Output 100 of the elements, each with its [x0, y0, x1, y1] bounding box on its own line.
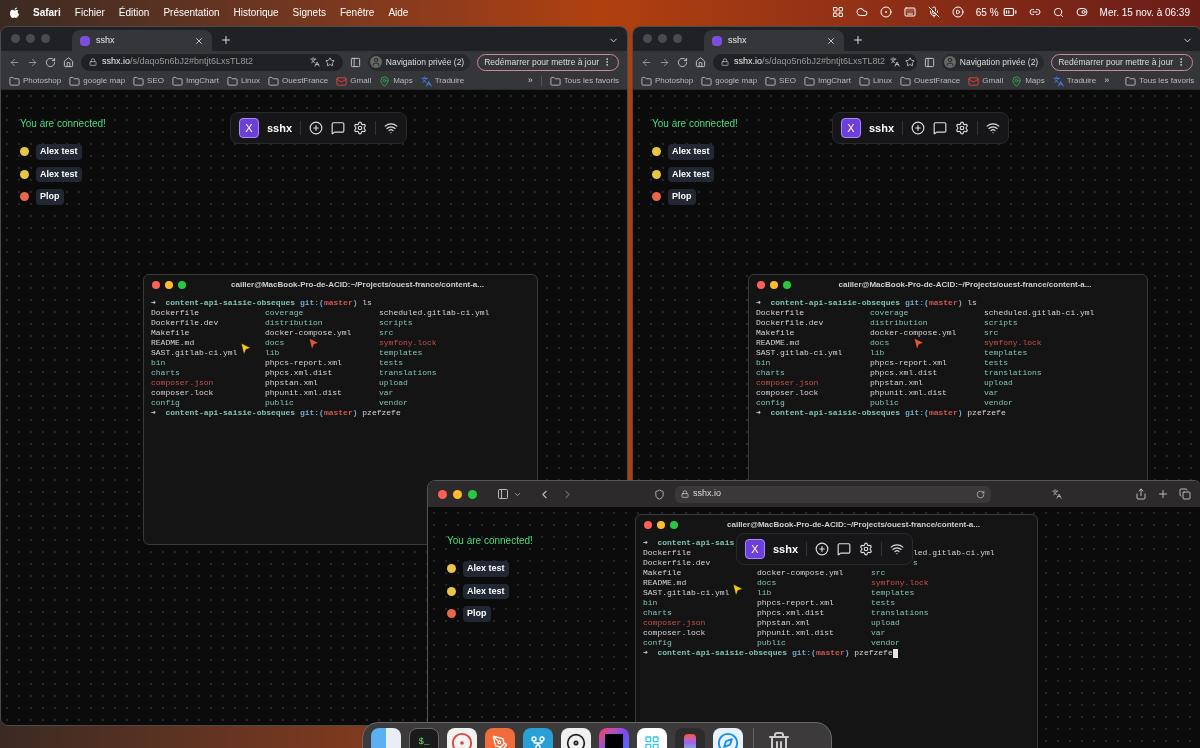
bookmark[interactable]: Linux — [858, 75, 892, 87]
more-bookmarks[interactable]: » — [527, 74, 533, 88]
status-icon[interactable] — [879, 6, 892, 18]
file-name: docs — [265, 338, 285, 347]
close-icon[interactable] — [757, 281, 765, 289]
close-icon[interactable] — [438, 489, 447, 499]
address-bar[interactable]: sshx.io/s/daqo5n6bJ2#bntjt6LxsTL8t2 — [713, 53, 917, 71]
bookmark[interactable]: Gmail — [968, 75, 1004, 87]
minimize-icon[interactable] — [770, 281, 778, 289]
menu-item[interactable]: Historique — [233, 4, 279, 20]
wifi-icon[interactable] — [384, 121, 399, 135]
menu-item[interactable]: Édition — [118, 4, 150, 20]
add-icon[interactable] — [911, 121, 926, 135]
bookmark[interactable]: Photoshop — [641, 75, 694, 87]
chat-icon[interactable] — [837, 542, 852, 556]
share-icon[interactable] — [1135, 488, 1147, 500]
wifi-icon[interactable] — [890, 542, 905, 556]
add-icon[interactable] — [309, 121, 324, 135]
apple-icon[interactable] — [10, 6, 19, 18]
close-icon[interactable] — [644, 521, 652, 529]
control-center-icon[interactable] — [1075, 6, 1088, 18]
bookmark[interactable]: Gmail — [336, 75, 372, 87]
battery-percentage: 65 % — [975, 5, 999, 20]
privacy-icon[interactable] — [654, 488, 665, 500]
bookmark[interactable]: SEO — [765, 75, 796, 87]
settings-icon[interactable] — [353, 121, 368, 135]
bookmark-star-icon[interactable] — [324, 57, 335, 67]
bookmark[interactable]: google map — [69, 75, 126, 87]
chat-icon[interactable] — [331, 121, 346, 135]
home-icon[interactable] — [63, 56, 74, 68]
translate-icon[interactable] — [309, 57, 320, 67]
link-icon[interactable] — [1028, 6, 1041, 18]
browser-tab[interactable]: sshx — [704, 30, 844, 51]
bookmark[interactable]: SEO — [133, 75, 164, 87]
profile-button[interactable]: Navigation privée (2) — [941, 53, 1045, 71]
add-icon[interactable] — [815, 542, 830, 556]
menu-item[interactable]: Présentation — [163, 4, 220, 20]
translate-icon[interactable] — [890, 57, 901, 67]
reload-icon[interactable] — [677, 56, 688, 68]
play-icon[interactable] — [951, 6, 964, 18]
bookmark[interactable]: Maps — [379, 75, 413, 87]
search-icon[interactable] — [1052, 6, 1064, 18]
bookmark[interactable]: Linux — [226, 75, 260, 87]
bookmark[interactable]: ImgChart — [172, 75, 219, 87]
bookmark[interactable]: Traduire — [420, 75, 465, 87]
minimize-icon[interactable] — [657, 521, 665, 529]
reload-icon[interactable] — [976, 489, 985, 499]
back-icon[interactable] — [9, 56, 20, 68]
settings-icon[interactable] — [955, 121, 970, 135]
maximize-icon[interactable] — [783, 281, 791, 289]
battery-icon[interactable] — [1002, 5, 1017, 19]
bookmark[interactable]: Photoshop — [9, 75, 62, 87]
forward-icon[interactable] — [659, 56, 670, 68]
mute-icon[interactable] — [927, 6, 940, 18]
bookmark[interactable]: Tous les favoris — [1125, 75, 1195, 87]
translate-icon[interactable] — [1052, 489, 1062, 499]
more-bookmarks[interactable]: » — [1104, 74, 1110, 88]
forward-icon[interactable] — [27, 56, 38, 68]
tabs-icon[interactable] — [1179, 488, 1191, 500]
back-icon[interactable] — [641, 56, 652, 68]
bookmark[interactable]: Maps — [1011, 75, 1045, 87]
close-tab-icon[interactable] — [194, 35, 204, 46]
menu-item[interactable]: Safari — [33, 4, 61, 20]
keyboard-icon[interactable] — [903, 6, 916, 18]
bookmark[interactable]: OuestFrance — [900, 75, 961, 87]
bookmark[interactable]: OuestFrance — [268, 75, 329, 87]
sidebar-icon[interactable] — [497, 488, 509, 500]
maximize-icon[interactable] — [468, 489, 477, 499]
close-icon[interactable] — [152, 281, 160, 289]
menu-item[interactable]: Fenêtre — [339, 4, 375, 20]
cloud-icon[interactable] — [855, 6, 868, 18]
status-icon[interactable] — [831, 6, 844, 18]
side-panel-icon[interactable] — [923, 56, 935, 68]
menu-item[interactable]: Signets — [292, 4, 326, 20]
side-panel-icon[interactable] — [349, 56, 361, 68]
maximize-icon[interactable] — [670, 521, 678, 529]
profile-button[interactable]: Navigation privée (2) — [367, 53, 471, 71]
chat-icon[interactable] — [933, 121, 948, 135]
reload-icon[interactable] — [45, 56, 56, 68]
bookmark-star-icon[interactable] — [905, 57, 916, 67]
new-tab-icon[interactable] — [220, 34, 232, 46]
menu-item[interactable]: Fichier — [74, 4, 105, 20]
address-bar[interactable]: sshx.io/s/daqo5n6bJ2#bntjt6LxsTL8t2 — [81, 53, 343, 71]
settings-icon[interactable] — [859, 542, 874, 556]
bookmark[interactable]: google map — [701, 75, 758, 87]
minimize-icon[interactable] — [165, 281, 173, 289]
home-icon[interactable] — [695, 56, 706, 68]
close-tab-icon[interactable] — [826, 35, 836, 46]
bookmark[interactable]: Traduire — [1052, 75, 1097, 87]
file-name: Dockerfile — [643, 548, 691, 557]
browser-tab[interactable]: sshx — [72, 30, 212, 51]
maximize-icon[interactable] — [178, 281, 186, 289]
minimize-icon[interactable] — [453, 489, 462, 499]
bookmark[interactable]: ImgChart — [804, 75, 851, 87]
wifi-icon[interactable] — [986, 121, 1001, 135]
bookmark[interactable]: Tous les favoris — [549, 75, 619, 87]
menu-item[interactable]: Aide — [388, 4, 409, 20]
new-tab-icon[interactable] — [1157, 488, 1169, 500]
terminal-app-icon[interactable]: $_ — [409, 728, 439, 748]
new-tab-icon[interactable] — [852, 34, 864, 46]
